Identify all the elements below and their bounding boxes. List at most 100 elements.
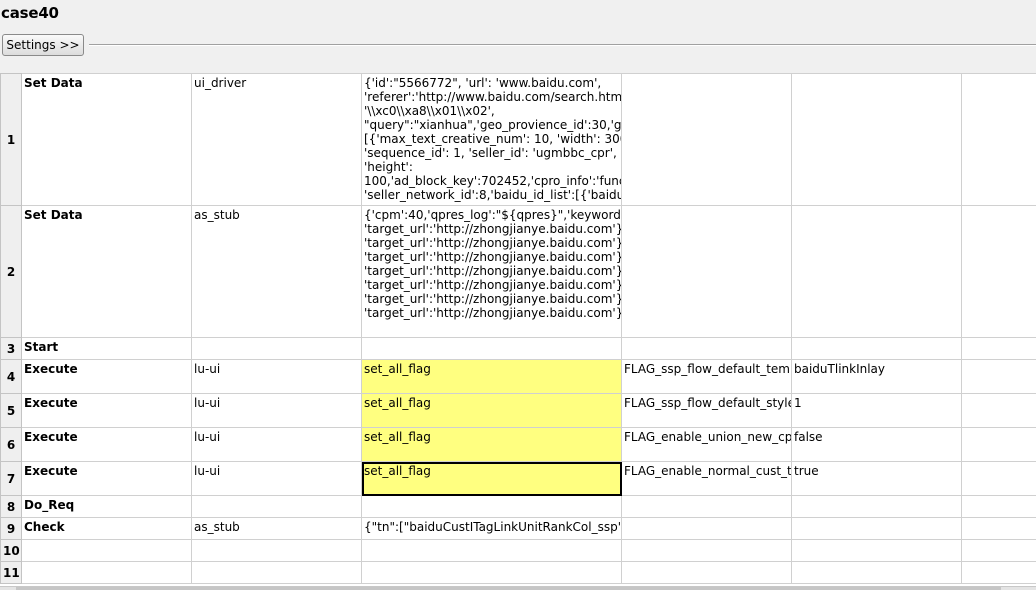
flag-name-cell[interactable]: FLAG_ssp_flow_default_style [622,394,792,428]
extra-cell[interactable] [962,462,1036,496]
target-cell-text: lu-ui [194,362,359,376]
keyword-cell[interactable]: Execute [22,462,192,496]
extra-cell[interactable] [962,206,1036,338]
extra-cell[interactable] [962,394,1036,428]
flag-name-cell[interactable] [622,562,792,584]
keyword-cell[interactable]: Execute [22,394,192,428]
table-row: 7Executelu-uiset_all_flagFLAG_enable_nor… [1,462,1036,496]
flag-name-cell[interactable] [622,496,792,518]
extra-cell[interactable] [962,428,1036,462]
row-number[interactable]: 1 [1,74,22,206]
flag-value-cell[interactable] [792,206,962,338]
keyword-cell[interactable] [22,540,192,562]
row-number[interactable]: 3 [1,338,22,360]
flag-value-cell[interactable] [792,74,962,206]
target-cell-text: lu-ui [194,464,359,478]
flag-name-cell[interactable]: FLAG_enable_normal_cust_ter [622,462,792,496]
table-row: 10 [1,540,1036,562]
flag-name-cell[interactable]: FLAG_ssp_flow_default_temp [622,360,792,394]
row-number[interactable]: 7 [1,462,22,496]
target-cell-text: as_stub [194,208,359,222]
keyword-cell-text: Check [24,520,189,534]
value-cell[interactable] [362,562,622,584]
target-cell[interactable]: ui_driver [192,74,362,206]
target-cell[interactable]: lu-ui [192,360,362,394]
flag-value-cell[interactable] [792,562,962,584]
settings-toggle-button[interactable]: Settings >> [2,34,84,56]
row-number[interactable]: 2 [1,206,22,338]
value-cell[interactable] [362,338,622,360]
value-cell[interactable]: set_all_flag [362,394,622,428]
flag-name-cell[interactable] [622,206,792,338]
target-cell[interactable] [192,540,362,562]
flag-value-cell-text: false [794,430,959,444]
value-cell[interactable]: set_all_flag [362,462,622,496]
value-cell[interactable] [362,496,622,518]
table-row: 1Set Dataui_driver{'id':"5566772", 'url'… [1,74,1036,206]
value-cell[interactable]: {'cpm':40,'qpres_log':"${qpres}",'keywor… [362,206,622,338]
horizontal-scrollbar[interactable] [0,586,1036,590]
flag-name-cell[interactable] [622,74,792,206]
table-row: 8Do_Req [1,496,1036,518]
target-cell[interactable] [192,562,362,584]
extra-cell[interactable] [962,518,1036,540]
keyword-cell[interactable]: Check [22,518,192,540]
target-cell[interactable]: lu-ui [192,462,362,496]
value-cell[interactable]: set_all_flag [362,428,622,462]
table-row: 2Set Dataas_stub{'cpm':40,'qpres_log':"$… [1,206,1036,338]
test-steps-table: 1Set Dataui_driver{'id':"5566772", 'url'… [0,73,1036,584]
extra-cell[interactable] [962,74,1036,206]
flag-name-cell[interactable] [622,540,792,562]
keyword-cell-text: Execute [24,362,189,376]
row-number[interactable]: 9 [1,518,22,540]
target-cell[interactable]: as_stub [192,518,362,540]
target-cell[interactable] [192,338,362,360]
flag-name-cell[interactable] [622,338,792,360]
target-cell[interactable]: lu-ui [192,394,362,428]
target-cell[interactable]: as_stub [192,206,362,338]
keyword-cell[interactable]: Set Data [22,74,192,206]
target-cell-text: lu-ui [194,396,359,410]
keyword-cell-text: Set Data [24,76,189,90]
flag-value-cell[interactable]: true [792,462,962,496]
keyword-cell-text: Execute [24,430,189,444]
flag-name-cell[interactable]: FLAG_enable_union_new_cpro [622,428,792,462]
flag-name-cell[interactable] [622,518,792,540]
flag-value-cell[interactable] [792,540,962,562]
row-number[interactable]: 4 [1,360,22,394]
keyword-cell[interactable]: Do_Req [22,496,192,518]
keyword-cell[interactable]: Set Data [22,206,192,338]
row-number[interactable]: 5 [1,394,22,428]
keyword-cell[interactable]: Start [22,338,192,360]
flag-value-cell[interactable]: 1 [792,394,962,428]
extra-cell[interactable] [962,562,1036,584]
extra-cell[interactable] [962,360,1036,394]
value-cell[interactable] [362,540,622,562]
row-number[interactable]: 10 [1,540,22,562]
extra-cell[interactable] [962,496,1036,518]
value-cell-text: {'id':"5566772", 'url': 'www.baidu.com',… [364,76,619,202]
target-cell[interactable]: lu-ui [192,428,362,462]
keyword-cell[interactable] [22,562,192,584]
flag-name-cell-text: FLAG_ssp_flow_default_temp [624,362,789,376]
row-number[interactable]: 11 [1,562,22,584]
extra-cell[interactable] [962,540,1036,562]
row-number[interactable]: 8 [1,496,22,518]
flag-value-cell[interactable] [792,338,962,360]
value-cell[interactable]: {'id':"5566772", 'url': 'www.baidu.com',… [362,74,622,206]
extra-cell[interactable] [962,338,1036,360]
value-cell[interactable]: set_all_flag [362,360,622,394]
keyword-cell[interactable]: Execute [22,360,192,394]
target-cell[interactable] [192,496,362,518]
flag-name-cell-text: FLAG_enable_union_new_cpro [624,430,789,444]
flag-value-cell-text: true [794,464,959,478]
case-title: case40 [1,4,59,22]
keyword-cell-text: Do_Req [24,498,189,512]
keyword-cell[interactable]: Execute [22,428,192,462]
flag-value-cell[interactable]: false [792,428,962,462]
value-cell[interactable]: {"tn":["baiduCustITagLinkUnitRankCol_ssp… [362,518,622,540]
row-number[interactable]: 6 [1,428,22,462]
flag-value-cell[interactable] [792,496,962,518]
flag-value-cell[interactable] [792,518,962,540]
flag-value-cell[interactable]: baiduTlinkInlay [792,360,962,394]
